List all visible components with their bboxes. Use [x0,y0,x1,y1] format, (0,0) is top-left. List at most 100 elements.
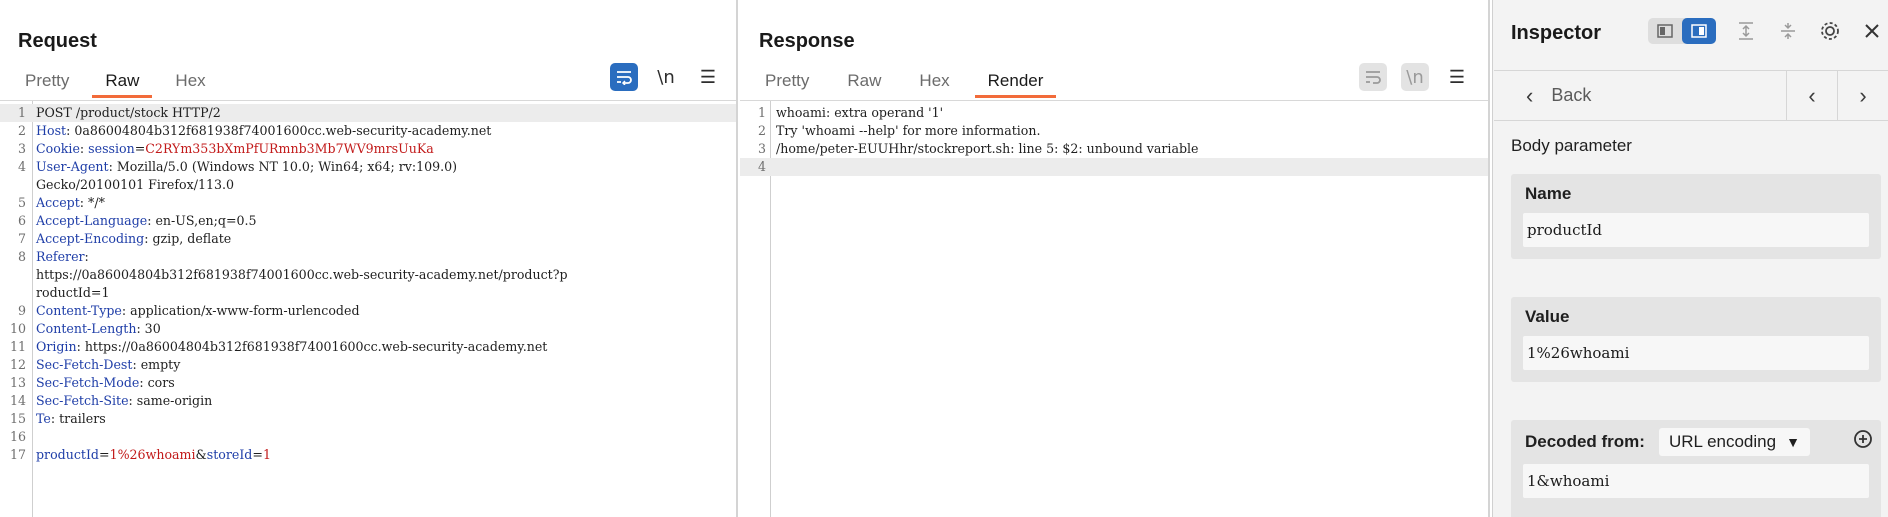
request-line: 2 Host: 0a86004804b312f681938f74001600cc.… [0,122,736,140]
line-number: 8 [17,249,26,264]
code-token: = [134,141,146,156]
hamburger-icon: ☰ [699,66,717,87]
code-token: Referer [36,249,85,264]
request-tab-pretty[interactable]: Pretty [12,68,82,98]
code-token: : trailers [50,411,106,426]
request-line: https://0a86004804b312f681938f74001600cc… [0,266,736,284]
request-line: 12 Sec-Fetch-Dest: empty [0,356,736,374]
body-parameter-label: Body parameter [1511,136,1632,155]
line-number: 14 [9,393,26,408]
code-token: : en-US,en;q=0.5 [147,213,257,228]
wrap-icon [617,71,632,85]
code-token: : */* [79,195,105,210]
response-line: 4 [740,158,1488,176]
code-token: session [88,141,135,156]
line-number: 2 [17,123,26,138]
hamburger-icon: ☰ [1448,66,1466,87]
response-line: 1 whoami: extra operand '1' [740,104,1488,122]
response-tab-raw[interactable]: Raw [834,68,894,98]
request-line: 17 productId=1%26whoami&storeId=1 [0,446,736,464]
code-token: Accept-Language [36,213,148,228]
line-number: 3 [17,141,26,156]
code-token: Gecko/20100101 Firefox/113.0 [36,177,235,192]
response-tab-pretty[interactable]: Pretty [752,68,822,98]
value-value-input[interactable]: 1%26whoami [1523,336,1869,370]
back-button[interactable]: ‹ Back [1494,83,1786,109]
word-wrap-button[interactable] [610,63,638,91]
response-editor[interactable]: 1 whoami: extra operand '1' 2 Try 'whoami -… [740,100,1488,517]
response-tab-hex[interactable]: Hex [906,68,962,98]
name-field: Name productId [1511,174,1881,259]
request-line: 11 Origin: https://0a86004804b312f681938f… [0,338,736,356]
collapse-all-icon[interactable] [1772,18,1804,44]
request-editor[interactable]: 1 POST /product/stock HTTP/2 2 Host: 0a8600… [0,100,736,517]
close-icon[interactable] [1856,18,1888,44]
code-token: : Mozilla/5.0 (Windows NT 10.0; Win64; x… [108,159,458,174]
request-line: Gecko/20100101 Firefox/113.0 [0,176,736,194]
code-token: Try 'whoami --help' for more information… [776,123,1041,138]
encoding-select-value: URL encoding [1668,432,1777,451]
inspector-layout-left-button[interactable] [1648,18,1682,44]
line-code: Cookie: session=C2RYm353bXmPfURmnb3Mb7WV… [36,140,434,158]
settings-gear-icon[interactable] [1814,18,1846,44]
inspector-nav-bar: ‹ Back ‹ › [1494,70,1888,121]
response-tab-render[interactable]: Render [974,68,1057,98]
request-line: 1 POST /product/stock HTTP/2 [0,104,736,122]
code-token: Content-Type [36,303,122,318]
line-code: Try 'whoami --help' for more information… [776,122,1041,140]
request-line: 8 Referer: [0,248,736,266]
next-button[interactable]: › [1837,70,1888,121]
response-menu-button[interactable]: ☰ [1443,63,1471,91]
inspector-toolbar [1648,18,1888,44]
request-title: Request [18,30,97,52]
line-code: Accept-Language: en-US,en;q=0.5 [36,212,257,230]
chevron-left-icon: ‹ [1526,82,1534,108]
line-number: 12 [9,357,26,372]
code-token: POST /product/stock HTTP/2 [36,105,221,120]
request-tabs: Pretty Raw Hex [12,68,229,98]
line-number: 6 [17,213,26,228]
request-menu-button[interactable]: ☰ [694,63,722,91]
inspector-layout-right-button[interactable] [1682,18,1716,44]
name-header: Name [1525,183,1572,203]
code-token: productId [36,447,99,462]
name-value-input[interactable]: productId [1523,213,1869,247]
code-token: Sec-Fetch-Dest [36,357,133,372]
panel-left-icon [1657,24,1673,38]
line-number: 5 [17,195,26,210]
show-newlines-button[interactable]: \n [652,63,680,91]
encoding-select[interactable]: URL encoding ▼ [1658,428,1810,456]
line-code: Gecko/20100101 Firefox/113.0 [36,176,234,194]
response-word-wrap-button[interactable] [1359,63,1387,91]
code-token: : https://0a86004804b312f681938f74001600… [76,339,548,354]
code-token: Cookie [36,141,80,156]
line-code: Content-Type: application/x-www-form-url… [36,302,360,320]
line-number: 13 [9,375,26,390]
decoded-value-input[interactable]: 1&whoami [1523,464,1869,498]
line-code: Origin: https://0a86004804b312f681938f74… [36,338,547,356]
code-token: whoami: extra operand '1' [776,105,944,120]
line-number: 1 [17,105,26,120]
response-tabs: Pretty Raw Hex Render [752,68,1068,98]
line-number: 2 [757,123,766,138]
code-token: : gzip, deflate [144,231,232,246]
code-token: 1%26whoami [109,447,196,462]
add-decoding-icon[interactable] [1853,429,1873,455]
line-code: Referer: [36,248,89,266]
previous-button[interactable]: ‹ [1786,70,1837,121]
response-show-newlines-button[interactable]: \n [1401,63,1429,91]
code-token: Accept-Encoding [36,231,145,246]
inspector-title: Inspector [1511,22,1602,44]
code-token: = [252,447,263,462]
expand-all-icon[interactable] [1730,18,1762,44]
line-number: 1 [757,105,766,120]
inspector-layout-toggle [1648,18,1716,44]
code-token: Sec-Fetch-Mode [36,375,140,390]
code-token: : 0a86004804b312f681938f74001600cc.web-s… [66,123,492,138]
request-tab-raw[interactable]: Raw [92,68,153,98]
request-line: 7 Accept-Encoding: gzip, deflate [0,230,736,248]
back-label: Back [1551,85,1592,105]
line-code: Content-Length: 30 [36,320,161,338]
request-tab-hex[interactable]: Hex [162,68,218,98]
line-number: 4 [757,159,766,174]
